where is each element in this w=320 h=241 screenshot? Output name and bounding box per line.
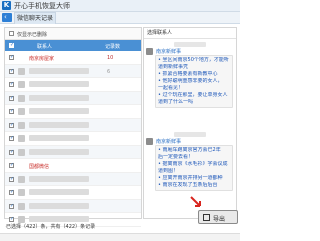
sender-name: 南京新鲜事 — [156, 139, 182, 145]
app-title: 开心手机恢复大师 — [14, 2, 70, 10]
contact-name — [29, 81, 89, 87]
show-deleted-checkbox[interactable] — [9, 31, 14, 36]
contact-name — [29, 175, 89, 182]
message-panel: 选择联系人 南京新鲜事 • 坐区间南京50个地方，才能听 道到新鲜事凭 • 抓紧合格要… — [143, 27, 237, 219]
message-link[interactable]: • 南厢车跑离京官方会已2年 — [158, 147, 230, 154]
message-link[interactable]: 道到了什么一吗 — [158, 99, 230, 106]
contact-name — [29, 202, 89, 209]
contact-row[interactable]: 6 — [5, 64, 141, 78]
sender-avatar — [146, 48, 153, 55]
app-logo-icon: K — [2, 1, 11, 10]
message-list[interactable]: 南京新鲜事 • 坐区间南京50个地方，才能听 道到新鲜事凭 • 抓紧合格要素有新教中心… — [144, 40, 236, 218]
message-link[interactable]: • 他好聪明重感非要的女人， — [158, 78, 230, 85]
avatar — [18, 108, 25, 115]
column-header-contact[interactable]: 联系人 — [37, 43, 52, 50]
contact-row[interactable] — [5, 118, 141, 132]
message-link[interactable]: • 应离开南京并排另一道都种 — [158, 175, 230, 182]
contact-name — [29, 94, 89, 101]
row-checkbox[interactable] — [9, 176, 14, 182]
contact-name — [29, 135, 89, 141]
avatar — [18, 94, 25, 102]
contact-row[interactable]: 国都微信 — [5, 159, 141, 173]
message-link[interactable]: • 南京在发现了五条后后台 — [158, 182, 230, 189]
contact-row[interactable] — [5, 78, 141, 92]
contact-name — [29, 108, 89, 114]
message-link[interactable]: 道到新鲜事凭 — [158, 64, 230, 71]
filter-toolbar: 仅显示已删除 — [5, 28, 141, 40]
row-checkbox[interactable] — [9, 149, 14, 155]
contact-row[interactable] — [5, 91, 141, 105]
tab-wechat-records[interactable]: 微信聊天记录 — [14, 12, 56, 24]
record-count: 6 — [107, 68, 111, 75]
row-checkbox[interactable] — [9, 81, 14, 87]
status-bar — [0, 233, 240, 241]
message-link[interactable]: 道到图！ — [158, 168, 230, 175]
message-bubble: • 南厢车跑离京官方会已2年 后一定要去看！ • 据离南京《水毛衫》字会议成 道到图… — [155, 145, 233, 191]
title-bar: K 开心手机恢复大师 — [0, 0, 240, 12]
export-icon — [203, 214, 210, 221]
avatar — [18, 81, 25, 88]
sender-name: 南京新鲜事 — [156, 49, 182, 55]
table-header: 联系人 记录数 — [5, 40, 141, 51]
message-date — [174, 132, 206, 137]
message-link[interactable]: • 坐区间南京50个地方，才能听 — [158, 57, 230, 64]
avatar — [18, 135, 25, 142]
select-all-checkbox[interactable] — [9, 42, 14, 48]
message-link[interactable]: • 过个玩在那里，要让单身女人 — [158, 92, 230, 99]
show-deleted-label: 仅显示已删除 — [17, 32, 48, 38]
selection-summary: 已选择（422）条，共有（422）条记录 — [6, 224, 96, 230]
red-arrow-icon — [190, 196, 201, 207]
avatar — [18, 67, 25, 75]
contact-row[interactable] — [5, 199, 141, 213]
row-checkbox[interactable] — [9, 135, 14, 141]
message-bubble: • 坐区间南京50个地方，才能听 道到新鲜事凭 • 抓紧合格要素有新教中心 • 他好聪… — [155, 55, 233, 108]
row-checkbox[interactable] — [9, 189, 14, 195]
row-checkbox[interactable] — [9, 95, 14, 101]
contact-row[interactable] — [5, 145, 141, 159]
row-checkbox[interactable] — [9, 162, 14, 168]
avatar — [18, 175, 25, 183]
contact-row[interactable] — [5, 132, 141, 146]
message-panel-header: 选择联系人 — [144, 28, 236, 39]
contact-row[interactable]: 南京房屋家 10 — [5, 51, 141, 65]
message-link[interactable]: • 抓紧合格要素有新教中心 — [158, 71, 230, 78]
contact-name — [29, 148, 89, 155]
contact-name — [29, 67, 89, 74]
contact-name — [29, 121, 89, 128]
row-checkbox[interactable] — [9, 54, 14, 60]
column-header-count[interactable]: 记录数 — [105, 43, 120, 50]
contact-name — [29, 189, 89, 195]
row-checkbox[interactable] — [9, 108, 14, 114]
contact-rows: 南京房屋家 10 6 国都微信 — [5, 51, 141, 227]
contact-row[interactable] — [5, 172, 141, 186]
contact-row[interactable] — [5, 105, 141, 119]
back-button[interactable]: ‹ — [2, 13, 12, 22]
contact-name: 南京房屋家 — [29, 56, 55, 62]
message-link[interactable]: 一起看见！ — [158, 85, 230, 92]
message-date — [174, 42, 206, 47]
back-arrow-icon: ‹ — [4, 13, 7, 21]
row-checkbox[interactable] — [9, 203, 14, 209]
contact-name: 国都微信 — [29, 164, 50, 170]
export-button[interactable]: 导出 — [198, 210, 238, 224]
message-link[interactable]: 后一定要去看！ — [158, 154, 230, 161]
contact-list-panel: 仅显示已删除 联系人 记录数 南京房屋家 10 6 国都微信 — [4, 27, 142, 227]
record-count: 10 — [107, 55, 114, 61]
tab-bar: ‹ 微信聊天记录 — [0, 12, 240, 24]
avatar — [18, 202, 25, 210]
avatar — [18, 148, 25, 156]
sender-avatar — [146, 138, 153, 145]
row-checkbox[interactable] — [9, 122, 14, 128]
row-checkbox[interactable] — [9, 68, 14, 74]
avatar — [18, 121, 25, 129]
message-link[interactable]: • 据离南京《水毛衫》字会议成 — [158, 161, 230, 168]
contact-row[interactable] — [5, 186, 141, 200]
export-button-label: 导出 — [213, 216, 226, 223]
avatar — [18, 189, 25, 196]
